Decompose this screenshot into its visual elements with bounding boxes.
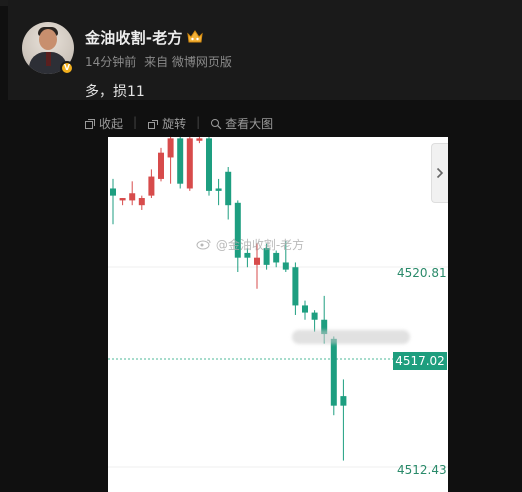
view-large-button[interactable]: 查看大图	[210, 115, 273, 132]
candle-body	[119, 198, 126, 201]
current-price-box: 4517.02	[393, 352, 447, 370]
blurred-tag	[292, 330, 410, 344]
candle-body	[340, 396, 347, 406]
divider: |	[196, 115, 201, 129]
weibo-logo-icon	[196, 239, 211, 250]
collapse-label: 收起	[99, 117, 124, 131]
candle-body	[177, 138, 184, 184]
image-toolbar: 收起 | 旋转 | 查看大图	[84, 115, 283, 132]
candle-body	[254, 257, 260, 265]
post-time[interactable]: 14分钟前	[85, 55, 136, 69]
candlestick-chart	[108, 137, 448, 468]
collapse-button[interactable]: 收起	[84, 115, 123, 132]
candle-body	[311, 312, 318, 320]
post-meta: 14分钟前 来自 微博网页版	[85, 53, 236, 70]
candle-body	[225, 171, 232, 206]
watermark-text: @金油收割-老方	[215, 238, 305, 252]
post-text: 多，损11	[85, 84, 145, 100]
candle-body	[215, 188, 222, 191]
candle-body	[244, 252, 251, 258]
rotate-icon	[148, 119, 159, 129]
rotate-button[interactable]: 旋转	[147, 115, 186, 132]
chart-image[interactable]	[108, 137, 448, 492]
candle-body	[148, 176, 155, 196]
candle-body	[129, 193, 136, 201]
chevron-right-icon	[436, 167, 444, 179]
candle-body	[186, 138, 193, 189]
candle-body	[196, 138, 203, 141]
verified-badge-icon: V	[60, 61, 74, 75]
candle-body	[110, 188, 116, 196]
weibo-watermark: @金油收割-老方	[196, 236, 304, 253]
crown-icon	[187, 30, 203, 43]
candle-body	[302, 305, 308, 313]
candle-body	[138, 198, 145, 206]
divider: |	[133, 115, 138, 129]
price-level-lower: 4512.43	[397, 463, 447, 477]
zoom-icon	[211, 118, 222, 129]
collapse-icon	[85, 118, 95, 129]
post-source: 来自 微博网页版	[144, 55, 232, 69]
view-large-label: 查看大图	[225, 117, 274, 131]
candle-body	[282, 262, 289, 270]
username[interactable]: 金油收割-老方	[85, 27, 183, 48]
candle-body	[292, 267, 299, 306]
candle-body	[330, 338, 337, 406]
candle-body	[206, 138, 212, 191]
candle-body	[158, 152, 164, 179]
price-level-upper: 4520.81	[397, 266, 447, 280]
rotate-label: 旋转	[162, 117, 187, 131]
candle-body	[273, 252, 280, 263]
chart-expand-tab[interactable]	[431, 143, 448, 203]
candle-body	[167, 138, 174, 158]
